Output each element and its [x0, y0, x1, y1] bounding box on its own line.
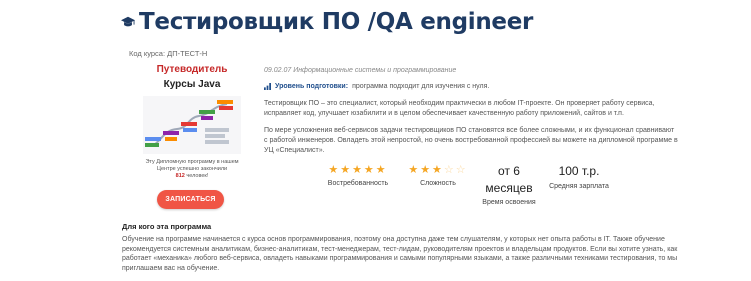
graduates-note: Эту Дипломную программу в нашем Центре у…	[145, 159, 239, 179]
difficulty-stars: ★★★☆☆	[408, 164, 468, 176]
level-label: Уровень подготовки:	[275, 83, 349, 90]
salary-label: Средняя зарплата	[549, 183, 609, 190]
course-code: Код курса: ДП-ТЕСТ-Н	[129, 49, 208, 58]
difficulty-label: Сложность	[420, 180, 456, 187]
preparation-level: Уровень подготовки: программа подходит д…	[264, 83, 489, 90]
duration-value-1: от 6	[498, 164, 520, 178]
course-description-1: Тестировщик ПО – это специалист, который…	[264, 100, 655, 117]
salary-value: 100 т.р.	[558, 164, 600, 178]
for-whom-title: Для кого эта программа	[122, 222, 212, 231]
specialty-code: 09.02.07 Информационные системы и програ…	[264, 67, 457, 74]
guide-title: Путеводитель	[156, 64, 228, 75]
page-title-text: Тестировщик ПО /QA engineer	[139, 9, 534, 35]
salary-metric: 100 т.р. Средняя зарплата	[545, 163, 613, 190]
bar-chart-icon	[264, 83, 271, 90]
guide-subtitle: Курсы Java	[163, 79, 221, 90]
demand-stars: ★★★★★	[328, 164, 388, 176]
duration-metric: от 6 месяцев Время освоения	[479, 163, 539, 206]
graduation-cap-icon	[121, 16, 135, 27]
signup-button[interactable]: ЗАПИСАТЬСЯ	[157, 190, 224, 209]
difficulty-metric: ★★★☆☆ Сложность	[405, 164, 471, 187]
duration-value-2: месяцев	[485, 181, 533, 195]
guide-card[interactable]: Путеводитель Курсы Java Эту Дипломную пр…	[143, 64, 241, 180]
demand-metric: ★★★★★ Востребованность	[322, 164, 394, 187]
page-title: Тестировщик ПО /QA engineer	[121, 9, 533, 35]
graduates-count: 812	[175, 173, 185, 179]
demand-label: Востребованность	[327, 180, 389, 187]
for-whom-text: Обучение на программе начинается с курса…	[122, 236, 678, 273]
duration-label: Время освоения	[482, 199, 536, 206]
course-roadmap-image[interactable]	[143, 96, 241, 154]
level-value: программа подходит для изучения с нуля.	[352, 83, 490, 90]
course-description-2: По мере усложнения веб-сервисов задачи т…	[264, 127, 678, 154]
